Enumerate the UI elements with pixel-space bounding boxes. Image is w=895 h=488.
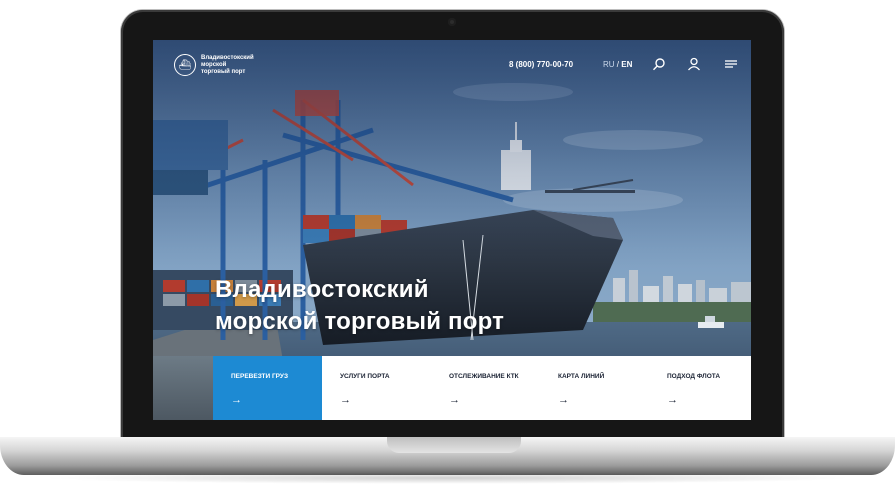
user-icon[interactable]: [687, 57, 701, 71]
logo-text-line: Владивостокский: [201, 54, 254, 61]
hero-quay-strip: [153, 356, 213, 420]
laptop-base: [0, 437, 895, 475]
menu-item-label: КАРТА ЛИНИЙ: [558, 373, 605, 380]
arrow-right-icon: →: [231, 394, 242, 406]
menu-item-label: ПОДХОД ФЛОТА: [667, 373, 721, 380]
lang-ru-link[interactable]: RU: [603, 60, 615, 69]
menu-icon[interactable]: [724, 57, 738, 71]
hero-title-line: морской торговый порт: [215, 308, 505, 335]
menu-item-label: ПЕРЕВЕЗТИ ГРУЗ: [231, 373, 289, 380]
language-switcher: RU / EN: [603, 60, 632, 69]
laptop-base-notch: [387, 437, 521, 453]
phone-link[interactable]: 8 (800) 770-00-70: [509, 60, 573, 69]
arrow-right-icon: →: [667, 394, 678, 406]
site-logo[interactable]: ⛴ Владивостокский морской торговый порт: [174, 54, 254, 76]
arrow-right-icon: →: [340, 394, 351, 406]
arrow-right-icon: →: [449, 394, 460, 406]
arrow-right-icon: →: [558, 394, 569, 406]
camera-dot: [448, 18, 456, 26]
website-screen: ⛴ Владивостокский морской торговый порт …: [153, 40, 751, 420]
quick-menu: ПЕРЕВЕЗТИ ГРУЗ → УСЛУГИ ПОРТА → ОТСЛЕЖИВ…: [213, 356, 751, 420]
logo-text-line: торговый порт: [201, 68, 246, 75]
menu-item-fleet-approach[interactable]: ПОДХОД ФЛОТА →: [649, 356, 751, 420]
hero-title: Владивостокский морской торговый порт: [215, 274, 504, 338]
menu-item-label: УСЛУГИ ПОРТА: [340, 373, 390, 380]
menu-item-label: ОТСЛЕЖИВАНИЕ КТК: [449, 373, 519, 380]
hero-title-line: Владивостокский: [215, 276, 429, 303]
search-icon[interactable]: [652, 57, 666, 71]
menu-item-container-tracking[interactable]: ОТСЛЕЖИВАНИЕ КТК →: [431, 356, 540, 420]
menu-item-lines-map[interactable]: КАРТА ЛИНИЙ →: [540, 356, 649, 420]
logo-text: Владивостокский морской торговый порт: [201, 55, 254, 76]
logo-emblem-icon: ⛴: [174, 54, 196, 76]
laptop-shadow: [40, 472, 855, 484]
lang-en-link[interactable]: EN: [621, 60, 632, 69]
menu-item-port-services[interactable]: УСЛУГИ ПОРТА →: [322, 356, 431, 420]
logo-text-line: морской: [201, 61, 227, 68]
menu-item-transport-cargo[interactable]: ПЕРЕВЕЗТИ ГРУЗ →: [213, 356, 322, 420]
